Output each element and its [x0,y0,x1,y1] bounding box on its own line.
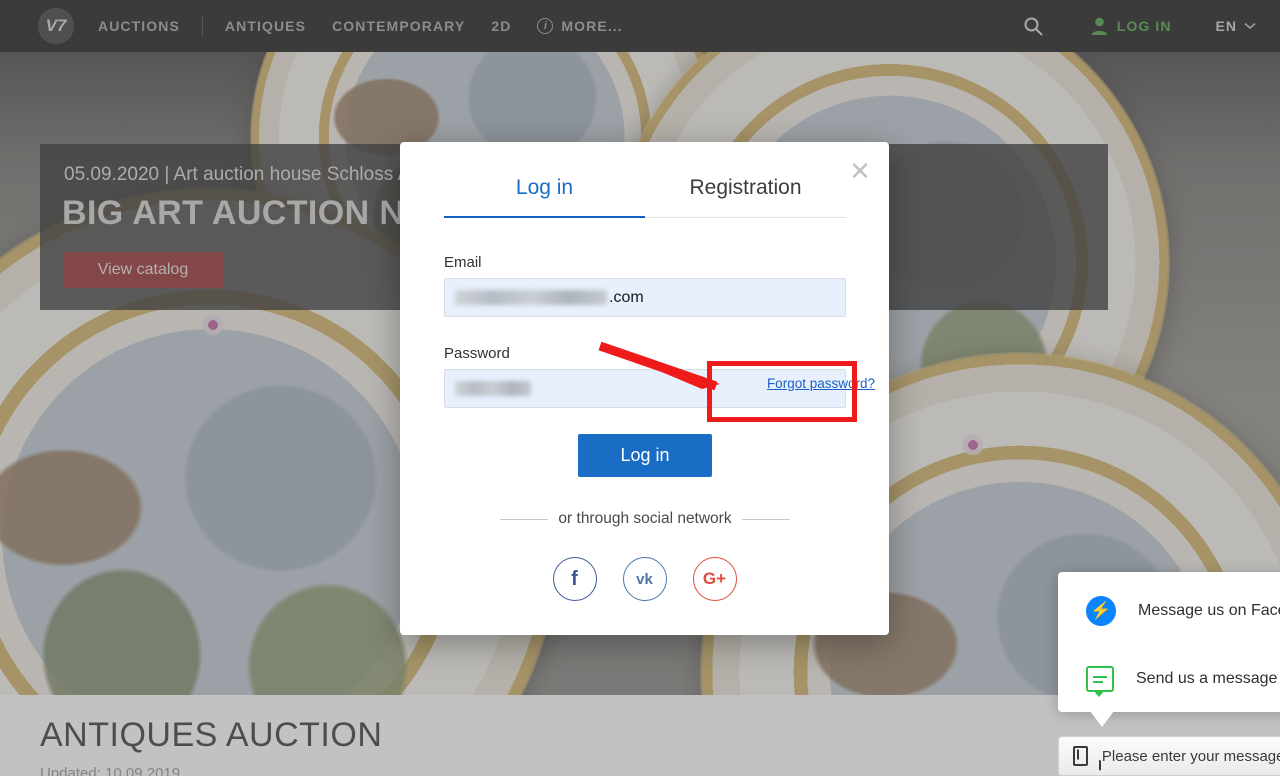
forgot-password-link[interactable]: Forgot password? [767,376,875,391]
social-divider: or through social network [500,510,791,528]
chat-option-send-message-label: Send us a message [1136,670,1278,687]
divider-rule-left [500,518,549,520]
facebook-icon[interactable]: f [552,557,597,601]
chat-option-messenger-label: Message us on Facebook [1138,602,1280,619]
chat-option-messenger[interactable]: ⚡ Message us on Facebook [1086,596,1280,626]
tab-login[interactable]: Log in [444,176,645,218]
screen: 05.09.2020 | Art auction house Schloss A… [0,0,1280,776]
chat-panel-tail [1090,711,1114,727]
email-masked-value [455,290,607,305]
password-label: Password [444,345,510,362]
tab-registration[interactable]: Registration [645,176,846,218]
google-plus-icon[interactable]: G+ [692,557,737,601]
chat-input[interactable]: Please enter your message... [1058,736,1280,776]
chat-option-send-message[interactable]: Send us a message [1086,666,1278,697]
email-value-suffix: .com [609,288,644,306]
divider-rule-right [741,518,791,520]
messenger-icon: ⚡ [1086,596,1116,626]
login-modal: ✕ Log in Registration Email .com Passwor… [400,142,889,635]
divider-label: or through social network [558,510,732,527]
submit-login-button[interactable]: Log in [578,434,712,477]
vk-icon[interactable]: vk [622,557,667,601]
email-label: Email [444,254,482,271]
chat-input-placeholder: Please enter your message... [1101,747,1280,765]
modal-tabs: Log in Registration [444,176,846,218]
chat-options-panel: ⚡ Message us on Facebook Send us a messa… [1058,572,1280,712]
message-icon [1086,666,1114,697]
social-login-group: f vk G+ [400,557,889,601]
password-masked-value [455,381,531,396]
email-input[interactable]: .com [444,278,846,317]
envelope-icon [1073,746,1088,766]
close-icon[interactable]: ✕ [843,154,877,188]
